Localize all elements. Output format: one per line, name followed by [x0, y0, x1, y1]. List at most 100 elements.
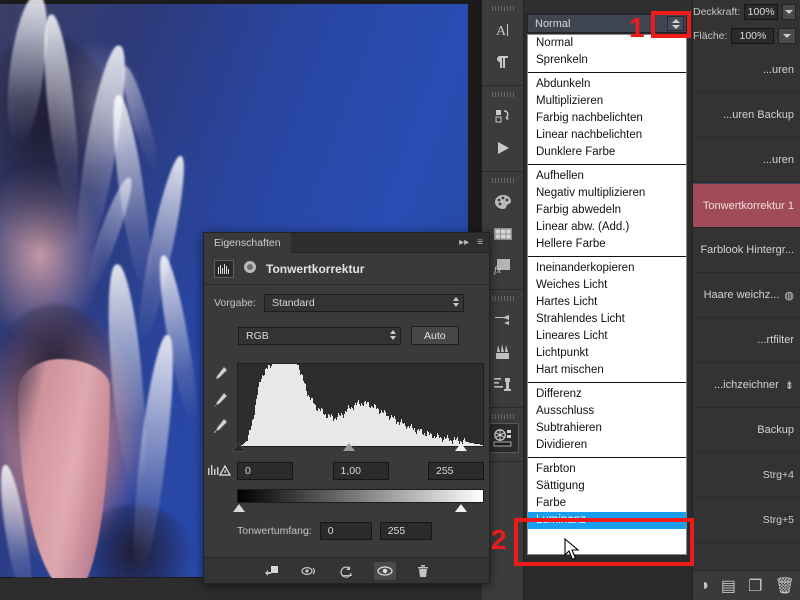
clip-to-layer-icon[interactable]	[260, 562, 282, 580]
menu-item-hellere-farbe[interactable]: Hellere Farbe	[528, 236, 686, 253]
drag-grip[interactable]	[491, 6, 514, 11]
menu-item-farbe[interactable]: Farbe	[528, 495, 686, 512]
black-input-slider[interactable]	[233, 443, 245, 451]
menu-item-abdunkeln[interactable]: Abdunkeln	[528, 76, 686, 93]
menu-item-hart-mischen[interactable]: Hart mischen	[528, 362, 686, 379]
menu-item-differenz[interactable]: Differenz	[528, 386, 686, 403]
layer-row[interactable]: ...ichzeichner ⇟	[693, 363, 800, 408]
menu-separator	[528, 164, 686, 165]
toggle-visibility-icon[interactable]	[373, 561, 396, 580]
delete-layer-icon[interactable]: 🗑	[775, 576, 795, 596]
menu-item-weiches-licht[interactable]: Weiches Licht	[528, 277, 686, 294]
menu-item-normal[interactable]: Normal	[528, 35, 686, 52]
text-tool-icon[interactable]: A	[487, 15, 519, 45]
output-white-field[interactable]: 255	[379, 522, 432, 540]
output-black-slider[interactable]	[233, 504, 245, 512]
menu-item-sprenkeln[interactable]: Sprenkeln	[528, 52, 686, 69]
menu-item-ineinanderkopieren[interactable]: Ineinanderkopieren	[528, 260, 686, 277]
blend-mode-stepper[interactable]	[667, 16, 684, 31]
layer-row[interactable]: Strg+4	[693, 453, 800, 498]
layer-row[interactable]: Backup	[693, 408, 800, 453]
layers-panel[interactable]: Deckkraft: 100% Fläche: 100% ...uren ...…	[692, 0, 800, 600]
menu-item-lineares-licht[interactable]: Lineares Licht	[528, 328, 686, 345]
layer-row[interactable]: Haare weichz... ◍	[693, 273, 800, 318]
auto-button[interactable]: Auto	[411, 326, 459, 345]
menu-item-linear-nachbelichten[interactable]: Linear nachbelichten	[528, 127, 686, 144]
menu-item-multiplizieren[interactable]: Multiplizieren	[528, 93, 686, 110]
paragraph-icon[interactable]	[487, 47, 519, 77]
blend-mode-select[interactable]: Normal	[527, 14, 687, 33]
menu-item-negativ-multiplizieren[interactable]: Negativ multiplizieren	[528, 185, 686, 202]
collapse-icon[interactable]: ▸▸	[459, 237, 469, 248]
gray-point-eyedropper-icon[interactable]	[209, 389, 231, 411]
input-level-sliders[interactable]	[233, 443, 484, 453]
brush-icon[interactable]	[487, 337, 519, 367]
layers-toolbar[interactable]: ◑ ▤ ❐ 🗑	[693, 570, 800, 600]
input-black-field[interactable]: 0	[237, 462, 293, 480]
new-group-icon[interactable]: ▤	[721, 576, 736, 596]
filter-settings-icon[interactable]: ⇟	[785, 379, 794, 392]
menu-item-farbig-abwedeln[interactable]: Farbig abwedeln	[528, 202, 686, 219]
menu-item-luminanz[interactable]: Luminanz	[528, 512, 686, 529]
input-white-field[interactable]: 255	[428, 462, 484, 480]
layer-row[interactable]: Farblook Hintergr...	[693, 228, 800, 273]
menu-item-dividieren[interactable]: Dividieren	[528, 437, 686, 454]
menu-item-subtrahieren[interactable]: Subtrahieren	[528, 420, 686, 437]
drag-grip[interactable]	[491, 414, 514, 419]
layer-row[interactable]: ...uren	[693, 138, 800, 183]
tab-eigenschaften[interactable]: Eigenschaften	[204, 232, 291, 253]
brush-presets-icon[interactable]	[487, 305, 519, 335]
new-layer-icon[interactable]: ❐	[748, 576, 762, 596]
swatches-icon[interactable]	[487, 219, 519, 249]
layer-styles-icon[interactable]: fx	[487, 251, 519, 281]
opacity-value[interactable]: 100%	[744, 4, 778, 20]
preset-select[interactable]: Standard	[264, 294, 465, 312]
blend-mode-menu[interactable]: Normal Sprenkeln Abdunkeln Multipliziere…	[527, 34, 687, 555]
white-input-slider[interactable]	[455, 443, 467, 451]
panel-menu-icon[interactable]: ≡	[477, 237, 483, 248]
menu-item-lichtpunkt[interactable]: Lichtpunkt	[528, 345, 686, 362]
drag-grip[interactable]	[491, 178, 514, 183]
layer-row[interactable]: ...uren Backup	[693, 93, 800, 138]
layer-row-active[interactable]: Tonwertkorrektur 1	[693, 183, 800, 228]
menu-item-linear-abwedeln[interactable]: Linear abw. (Add.)	[528, 219, 686, 236]
adjustment-layer-icon[interactable]: ◑	[699, 577, 709, 595]
color-palette-icon[interactable]	[487, 187, 519, 217]
preview-previous-state-icon[interactable]	[298, 562, 320, 580]
menu-item-hartes-licht[interactable]: Hartes Licht	[528, 294, 686, 311]
gamma-input-slider[interactable]	[343, 443, 355, 451]
channel-select[interactable]: RGB	[238, 326, 401, 345]
properties-footer[interactable]	[204, 557, 489, 583]
output-level-sliders[interactable]	[233, 504, 484, 514]
drag-grip[interactable]	[491, 92, 514, 97]
layer-row[interactable]: ...rtfilter	[693, 318, 800, 363]
fill-value[interactable]: 100%	[731, 28, 775, 44]
actions-icon[interactable]	[487, 101, 519, 131]
black-point-eyedropper-icon[interactable]	[209, 363, 231, 385]
preset-stepper-icon[interactable]	[453, 297, 460, 307]
delete-adjustment-icon[interactable]	[412, 562, 434, 580]
menu-item-strahlendes-licht[interactable]: Strahlendes Licht	[528, 311, 686, 328]
menu-item-farbton[interactable]: Farbton	[528, 461, 686, 478]
menu-item-aufhellen[interactable]: Aufhellen	[528, 168, 686, 185]
reset-icon[interactable]	[336, 562, 358, 580]
drag-grip[interactable]	[491, 296, 514, 301]
output-black-field[interactable]: 0	[319, 522, 372, 540]
input-gamma-field[interactable]: 1,00	[332, 462, 389, 480]
play-icon[interactable]	[487, 133, 519, 163]
menu-item-ausschluss[interactable]: Ausschluss	[528, 403, 686, 420]
menu-item-farbig-nachbelichten[interactable]: Farbig nachbelichten	[528, 110, 686, 127]
menu-item-saettigung[interactable]: Sättigung	[528, 478, 686, 495]
3d-panel-icon[interactable]	[486, 423, 519, 453]
input-levels-fields[interactable]: 0 1,00 255	[237, 462, 484, 480]
white-point-eyedropper-icon[interactable]	[209, 415, 231, 437]
clone-source-icon[interactable]	[487, 369, 519, 399]
channel-stepper-icon[interactable]	[390, 329, 396, 340]
opacity-dropdown-icon[interactable]	[781, 4, 796, 20]
fill-dropdown-icon[interactable]	[778, 28, 796, 44]
layer-row[interactable]: ...uren	[693, 48, 800, 93]
layer-row[interactable]: Strg+5	[693, 498, 800, 543]
output-white-slider[interactable]	[455, 504, 467, 512]
menu-item-dunklere-farbe[interactable]: Dunklere Farbe	[528, 144, 686, 161]
eyedropper-group[interactable]	[209, 363, 235, 441]
